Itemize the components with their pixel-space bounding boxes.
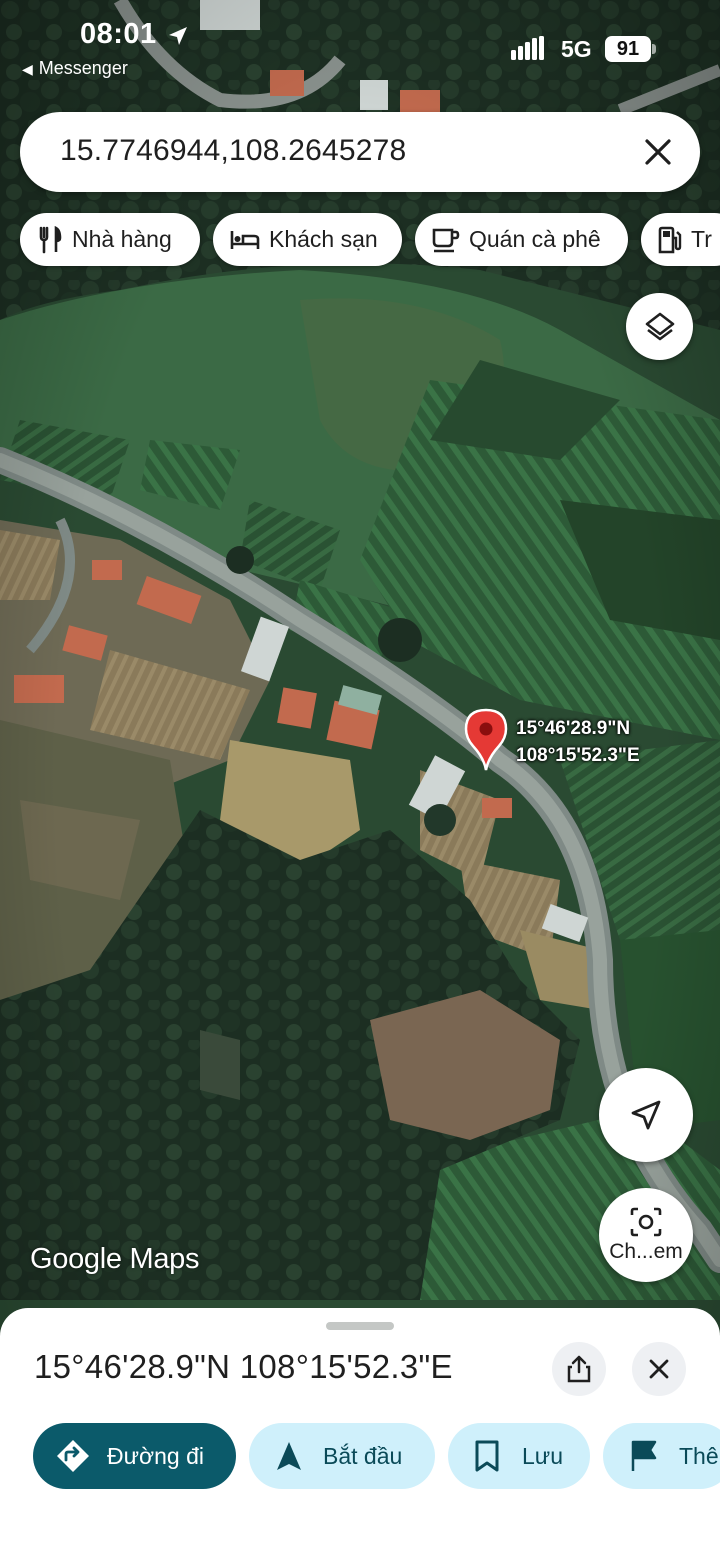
chip-label: Quán cà phê	[469, 226, 601, 252]
lens-label: Ch...em	[609, 1240, 683, 1263]
network-type: 5G	[561, 36, 592, 62]
cellular-signal-icon	[511, 36, 544, 60]
chip-label: Nhà hàng	[72, 226, 172, 252]
google-maps-watermark: Google Maps	[30, 1243, 200, 1275]
layers-button[interactable]	[626, 293, 693, 360]
share-icon	[567, 1355, 591, 1383]
back-app-label: Messenger	[38, 58, 128, 78]
bed-icon	[230, 230, 260, 249]
sheet-drag-handle[interactable]	[326, 1322, 394, 1330]
location-services-icon	[169, 27, 187, 45]
start-label: Bắt đầu	[323, 1442, 403, 1469]
search-bar[interactable]: 15.7746944,108.2645278	[20, 112, 700, 192]
camera-lens-icon	[630, 1207, 662, 1237]
navigation-icon	[277, 1442, 301, 1470]
add-label-button[interactable]: Thê	[603, 1423, 720, 1489]
directions-label: Đường đi	[107, 1442, 204, 1469]
chip-restaurants[interactable]: Nhà hàng	[20, 213, 200, 266]
directions-icon	[57, 1440, 89, 1472]
pin-longitude: 108°15'52.3"E	[516, 745, 640, 766]
battery-tip	[652, 44, 656, 54]
place-title: 15°46'28.9"N 108°15'52.3"E	[34, 1348, 453, 1385]
battery-level: 91	[605, 36, 651, 62]
chip-label: Tr	[691, 226, 712, 252]
layers-icon	[645, 312, 674, 340]
coffee-cup-icon	[432, 228, 460, 252]
fork-knife-icon	[39, 225, 62, 253]
pin-latitude: 15°46'28.9"N	[516, 718, 631, 739]
chip-gas-stations[interactable]: Tr	[641, 213, 720, 266]
flag-icon	[631, 1440, 657, 1471]
save-label: Lưu	[522, 1442, 563, 1469]
pin-coordinates-label: 15°46'28.9"N 108°15'52.3"E	[516, 715, 640, 769]
status-bar: 08:01 ◀ Messenger 5G 91	[0, 0, 720, 90]
my-location-button[interactable]	[599, 1068, 693, 1162]
close-icon[interactable]	[638, 132, 678, 172]
lens-button[interactable]: Ch...em	[599, 1188, 693, 1282]
bookmark-icon	[475, 1440, 499, 1472]
chip-cafes[interactable]: Quán cà phê	[415, 213, 628, 266]
status-time: 08:01	[80, 18, 157, 50]
add-label-text: Thê	[679, 1442, 719, 1469]
share-button[interactable]	[552, 1342, 606, 1396]
save-button[interactable]: Lưu	[448, 1423, 590, 1489]
directions-button[interactable]: Đường đi	[33, 1423, 236, 1489]
back-to-app-link[interactable]: ◀ Messenger	[22, 58, 128, 79]
back-triangle-icon: ◀	[22, 61, 33, 77]
gas-station-icon	[658, 226, 682, 253]
close-sheet-button[interactable]	[632, 1342, 686, 1396]
close-icon	[649, 1359, 669, 1379]
start-button[interactable]: Bắt đầu	[249, 1423, 435, 1489]
chip-hotels[interactable]: Khách sạn	[213, 213, 402, 266]
map-pin-icon[interactable]	[464, 708, 508, 772]
navigation-arrow-icon	[631, 1100, 661, 1130]
chip-label: Khách sạn	[269, 226, 378, 252]
search-query[interactable]: 15.7746944,108.2645278	[60, 134, 406, 168]
